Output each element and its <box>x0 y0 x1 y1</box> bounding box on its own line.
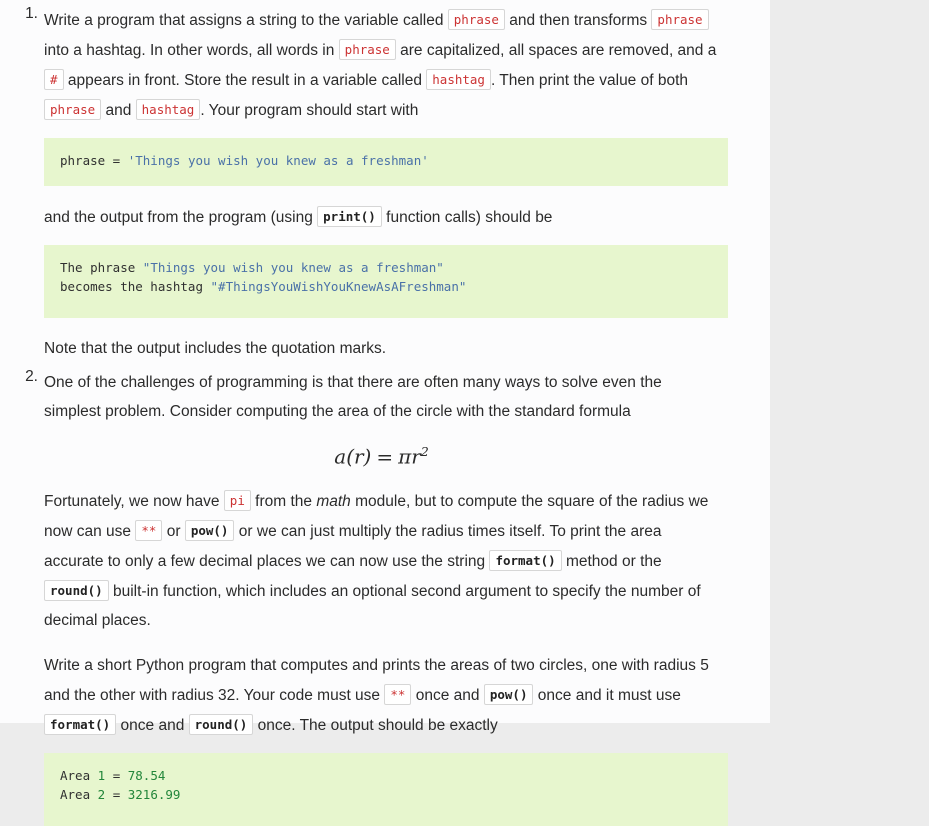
inline-code-pi: pi <box>223 489 251 511</box>
list-marker-1: 1. <box>25 5 38 22</box>
inline-code-round: round() <box>44 579 109 601</box>
page-root: 1. Write a program that assigns a string… <box>0 0 929 826</box>
document-body: 1. Write a program that assigns a string… <box>0 0 770 826</box>
inline-code-phrase: phrase <box>447 9 505 30</box>
code-token-string: "Things you wish you knew as a freshman" <box>142 260 444 275</box>
problem-1-paragraph-1: Write a program that assigns a string to… <box>44 0 719 125</box>
formula-variable: r <box>411 444 421 469</box>
code-block-expected-output-1: The phrase "Things you wish you knew as … <box>44 245 728 318</box>
text-segment: or <box>166 522 181 540</box>
area-formula: a(r) = πr2 <box>44 426 719 481</box>
inline-code-double-star: ** <box>135 519 163 541</box>
text-segment: once and it must use <box>537 686 681 704</box>
code-token-plain: Area <box>60 786 98 802</box>
text-segment: . Then print the value of both <box>490 72 689 89</box>
text-segment: once and <box>415 686 480 704</box>
problem-1-paragraph-2: and the output from the program (using p… <box>44 186 719 232</box>
code-token-number: 1 <box>97 767 106 783</box>
code-block-expected-output-2: Area 1 = 78.54 Area 2 = 3216.99 <box>44 752 728 826</box>
formula-lhs: a(r) <box>334 444 372 469</box>
inline-code-hash: # <box>44 69 64 90</box>
code-token-number: 3216.99 <box>127 786 181 802</box>
formula-equals: = <box>376 444 394 469</box>
text-segment: Fortunately, we now have <box>44 492 220 510</box>
text-segment: and <box>105 102 132 119</box>
problem-2-paragraph-3: Write a short Python program that comput… <box>44 635 719 740</box>
inline-code-format: format() <box>44 713 117 735</box>
text-segment: are capitalized, all spaces are removed,… <box>400 42 717 59</box>
problem-item-2: 2. One of the challenges of programming … <box>25 363 770 826</box>
code-token-plain: = <box>105 767 128 783</box>
formula-pi: π <box>398 444 412 469</box>
code-token-number: 2 <box>97 786 106 802</box>
text-segment: once. The output should be exactly <box>257 716 498 734</box>
code-token-plain: Area <box>60 767 98 783</box>
inline-code-pow: pow() <box>184 519 235 541</box>
text-segment: from the <box>255 492 313 510</box>
inline-code-print: print() <box>317 206 382 227</box>
emphasis-math-module: math <box>316 492 351 510</box>
text-segment: and the output from the program (using <box>44 209 313 226</box>
text-segment: into a hashtag. In other words, all word… <box>44 42 335 59</box>
inline-code-pow: pow() <box>483 683 534 705</box>
inline-code-phrase: phrase <box>338 39 396 60</box>
problem-list: 1. Write a program that assigns a string… <box>0 0 770 826</box>
inline-code-hashtag: hashtag <box>135 99 201 120</box>
code-block-phrase-assignment: phrase = 'Things you wish you knew as a … <box>44 138 728 186</box>
text-segment: Write a program that assigns a string to… <box>44 12 444 29</box>
list-marker-2: 2. <box>25 368 38 385</box>
formula-exponent: 2 <box>420 444 429 459</box>
code-token-string: "#ThingsYouWishYouKnewAsAFreshman" <box>210 279 467 294</box>
problem-2-paragraph-2: Fortunately, we now have pi from the mat… <box>44 481 719 635</box>
inline-code-hashtag: hashtag <box>426 69 491 90</box>
inline-code-format: format() <box>489 549 562 571</box>
text-segment: appears in front. Store the result in a … <box>67 72 422 89</box>
text-segment: built-in function, which includes an opt… <box>44 582 701 629</box>
text-segment: and then transforms <box>509 12 648 29</box>
text-segment: . Your program should start with <box>200 102 419 119</box>
text-segment: function calls) should be <box>386 209 553 226</box>
code-token-string: 'Things you wish you knew as a freshman' <box>127 153 429 168</box>
inline-code-phrase: phrase <box>651 9 709 30</box>
problem-2-paragraph-1: One of the challenges of programming is … <box>44 374 662 420</box>
code-token-plain: The phrase <box>60 260 143 275</box>
code-token-plain: = <box>105 786 128 802</box>
code-token-number: 78.54 <box>127 767 166 783</box>
problem-item-1: 1. Write a program that assigns a string… <box>25 0 770 363</box>
text-segment: method or the <box>565 552 662 570</box>
problem-1-paragraph-3: Note that the output includes the quotat… <box>44 340 387 357</box>
code-token-plain: phrase = <box>60 153 128 168</box>
inline-code-phrase: phrase <box>44 99 102 120</box>
inline-code-double-star: ** <box>384 683 412 705</box>
code-token-plain: becomes the hashtag <box>60 279 211 294</box>
inline-code-round: round() <box>188 713 254 735</box>
text-segment: once and <box>120 716 185 734</box>
document-content-area: 1. Write a program that assigns a string… <box>0 0 770 826</box>
